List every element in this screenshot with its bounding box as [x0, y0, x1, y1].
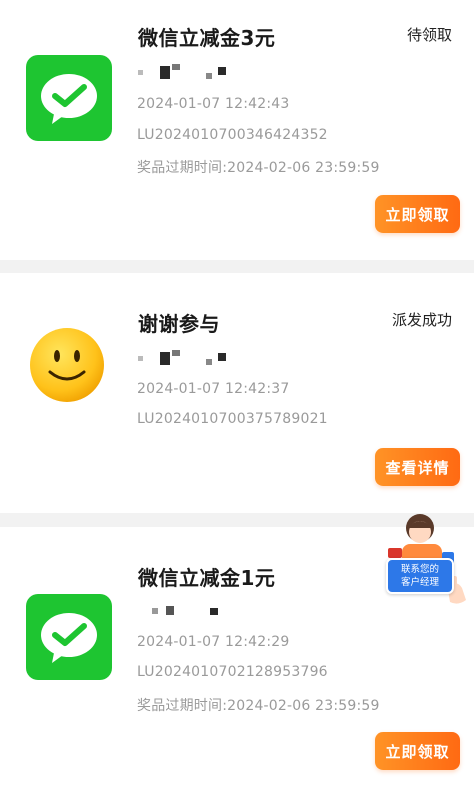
- wechat-icon: [26, 594, 112, 680]
- reward-status: 派发成功: [391, 311, 452, 329]
- reward-title: 谢谢参与: [138, 312, 220, 336]
- smiley-icon: [28, 326, 106, 404]
- reward-time: 2024-01-07 12:42:43: [137, 96, 290, 112]
- reward-card: 谢谢参与 派发成功 2024-01-07 12:42:37 LU20240107…: [0, 273, 474, 513]
- reward-status: 待领取: [406, 26, 452, 44]
- masked-account: [138, 350, 234, 366]
- reward-title: 微信立减金3元: [138, 26, 276, 50]
- masked-account: [138, 64, 234, 80]
- reward-order-id: LU2024010700346424352: [137, 127, 328, 143]
- view-details-button[interactable]: 查看详情: [375, 448, 460, 486]
- reward-time: 2024-01-07 12:42:37: [137, 381, 290, 397]
- reward-title: 微信立减金1元: [138, 566, 276, 590]
- reward-card: 微信立减金3元 待领取 2024-01-07 12:42:43 LU202401…: [0, 0, 474, 260]
- reward-time: 2024-01-07 12:42:29: [137, 634, 290, 650]
- claim-button[interactable]: 立即领取: [375, 195, 460, 233]
- masked-account: [138, 603, 234, 619]
- customer-manager-label: 联系您的 客户经理: [386, 558, 454, 594]
- claim-button[interactable]: 立即领取: [375, 732, 460, 770]
- reward-order-id: LU2024010700375789021: [137, 411, 328, 427]
- reward-order-id: LU2024010702128953796: [137, 664, 328, 680]
- customer-manager-button[interactable]: 联系您的 客户经理: [378, 508, 474, 612]
- reward-expiry: 奖品过期时间:2024-02-06 23:59:59: [137, 698, 380, 714]
- reward-expiry: 奖品过期时间:2024-02-06 23:59:59: [137, 160, 380, 176]
- wechat-icon: [26, 55, 112, 141]
- service-label-line2: 客户经理: [400, 577, 439, 588]
- service-label-line1: 联系您的: [400, 564, 439, 575]
